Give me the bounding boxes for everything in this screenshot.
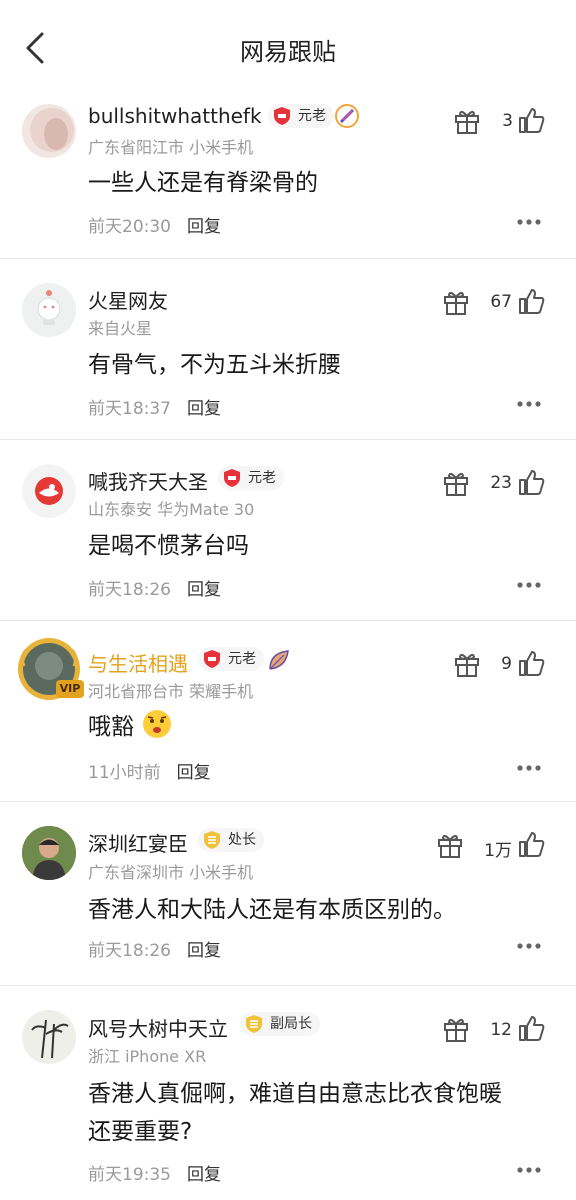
badge-label: 处长 (228, 832, 256, 848)
reply-button[interactable]: 回复 (187, 1165, 221, 1185)
comment-item: bullshitwhatthefk 元老 广东省阳江市 小米手机 一些人还是有脊… (0, 96, 576, 259)
comment-item: 喊我齐天大圣 元老 山东泰安 华为Mate 30 是喝不惯茅台吗 前天18:26… (0, 439, 576, 621)
avatar[interactable] (22, 1010, 76, 1064)
timestamp: 前天19:35 (88, 1165, 171, 1185)
thumbs-up-icon[interactable] (518, 1014, 546, 1042)
timestamp: 前天18:26 (88, 580, 171, 600)
like-count: 1万 (484, 841, 512, 861)
username[interactable]: 喊我齐天大圣 (88, 466, 208, 495)
comment-text: 有骨气，不为五斗米折腰 (88, 352, 341, 378)
shield-icon (204, 650, 220, 668)
badge-label: 元老 (248, 470, 276, 486)
username[interactable]: 火星网友 (88, 285, 168, 314)
avatar[interactable] (22, 464, 76, 518)
location-device: 广东省深圳市 小米手机 (88, 863, 254, 882)
shield-icon (224, 469, 240, 487)
rank-badge: 元老 (218, 466, 284, 490)
comment-meta: 前天19:35 回复 (88, 1160, 221, 1185)
comment-meta: 11小时前 回复 (88, 758, 211, 783)
location-device: 山东泰安 华为Mate 30 (88, 500, 255, 519)
avatar[interactable] (22, 104, 76, 158)
reply-button[interactable]: 回复 (187, 580, 221, 600)
timestamp: 前天20:30 (88, 217, 171, 237)
leaf-medal-icon (269, 650, 289, 670)
thumbs-up-icon[interactable] (518, 649, 546, 677)
more-icon[interactable] (516, 764, 542, 772)
location-device: 浙江 iPhone XR (88, 1047, 207, 1066)
comment-text-body: 哦豁 (88, 714, 134, 740)
more-icon[interactable] (516, 400, 542, 408)
shield-icon (246, 1015, 262, 1033)
badge-label: 元老 (228, 651, 256, 667)
shield-icon (204, 831, 220, 849)
reply-button[interactable]: 回复 (187, 941, 221, 961)
comment-meta: 前天18:37 回复 (88, 394, 221, 419)
more-icon[interactable] (516, 942, 542, 950)
comment-text: 一些人还是有脊梁骨的 (88, 170, 318, 196)
like-count: 12 (490, 1020, 512, 1040)
comment-item: 火星网友 来自火星 有骨气，不为五斗米折腰 前天18:37 回复 67 (0, 258, 576, 440)
location-device: 广东省阳江市 小米手机 (88, 138, 254, 157)
username[interactable]: bullshitwhatthefk (88, 104, 262, 128)
username[interactable]: 风号大树中天立 (88, 1013, 228, 1042)
username[interactable]: 深圳红宴臣 (88, 828, 188, 857)
location-device: 来自火星 (88, 319, 153, 338)
comment-meta: 前天20:30 回复 (88, 212, 221, 237)
more-icon[interactable] (516, 581, 542, 589)
like-count: 9 (501, 654, 512, 674)
comment-meta: 前天18:26 回复 (88, 936, 221, 961)
like-count: 23 (490, 473, 512, 493)
comment-text: 哦豁 (88, 708, 558, 746)
avatar[interactable]: VIP (16, 636, 84, 702)
badge-label: 元老 (298, 108, 326, 124)
rank-badge: 元老 (268, 104, 334, 128)
rank-badge: 元老 (198, 647, 264, 671)
comment-item: 风号大树中天立 副局长 浙江 iPhone XR 香港人真倔啊，难道自由意志比衣… (0, 985, 576, 1200)
like-count: 3 (502, 111, 513, 131)
feather-medal-icon (335, 104, 359, 128)
more-icon[interactable] (516, 1166, 542, 1174)
comment-item: 深圳红宴臣 处长 广东省深圳市 小米手机 香港人和大陆人还是有本质区别的。 前天… (0, 801, 576, 986)
header: 网易跟贴 (0, 0, 576, 96)
location-device: 河北省邢台市 荣耀手机 (88, 682, 254, 701)
comment-text: 香港人真倔啊，难道自由意志比衣食饱暖 还要重要? (88, 1075, 558, 1151)
username[interactable]: 与生活相遇 (88, 648, 188, 677)
rank-badge: 处长 (198, 828, 264, 852)
like-count: 67 (490, 292, 512, 312)
thumbs-up-icon[interactable] (518, 468, 546, 496)
thumbs-up-icon[interactable] (518, 106, 546, 134)
avatar[interactable] (22, 283, 76, 337)
emoji-icon (143, 710, 172, 738)
comment-text-line: 香港人真倔啊，难道自由意志比衣食饱暖 (88, 1081, 502, 1107)
timestamp: 11小时前 (88, 763, 161, 783)
badge-label: 副局长 (270, 1016, 312, 1032)
timestamp: 前天18:26 (88, 941, 171, 961)
shield-icon (274, 107, 290, 125)
timestamp: 前天18:37 (88, 399, 171, 419)
gift-icon[interactable] (436, 831, 464, 859)
comment-meta: 前天18:26 回复 (88, 575, 221, 600)
comment-text: 香港人和大陆人还是有本质区别的。 (88, 897, 456, 923)
comment-text-line: 还要重要? (88, 1119, 193, 1145)
reply-button[interactable]: 回复 (177, 763, 211, 783)
more-icon[interactable] (516, 218, 542, 226)
thumbs-up-icon[interactable] (518, 287, 546, 315)
comment-item: VIP 与生活相遇 元老 河北省邢台市 荣耀手机 哦豁 11小时前 回复 9 (0, 620, 576, 802)
comment-text: 是喝不惯茅台吗 (88, 533, 249, 559)
page-title: 网易跟贴 (240, 38, 336, 66)
vip-badge: VIP (56, 680, 84, 698)
reply-button[interactable]: 回复 (187, 399, 221, 419)
avatar[interactable] (22, 826, 76, 880)
reply-button[interactable]: 回复 (187, 217, 221, 237)
thumbs-up-icon[interactable] (518, 830, 546, 858)
rank-badge: 副局长 (240, 1012, 320, 1036)
